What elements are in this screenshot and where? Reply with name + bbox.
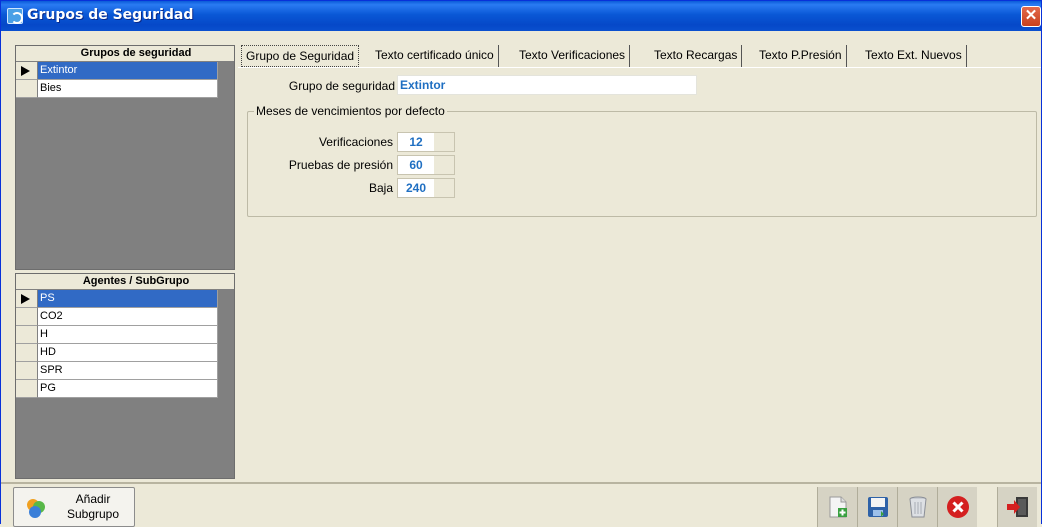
baja-label: Baja: [368, 181, 393, 195]
table-row[interactable]: HD: [38, 344, 218, 362]
verificaciones-value[interactable]: 12: [398, 133, 434, 151]
verificaciones-label: Verificaciones: [318, 135, 393, 149]
groups-grid-header: Grupos de seguridad: [16, 46, 234, 62]
table-row[interactable]: CO2: [38, 308, 218, 326]
row-indicator[interactable]: [16, 290, 38, 308]
window: Grupos de Seguridad ✕ Grupos de segurida…: [0, 0, 1042, 527]
row-indicator[interactable]: [16, 362, 38, 380]
tab-texto-ext-nuevos[interactable]: Texto Ext. Nuevos: [861, 45, 967, 67]
row-indicator[interactable]: [16, 344, 38, 362]
baja-field[interactable]: 240: [397, 178, 455, 198]
delete-button[interactable]: [897, 487, 937, 527]
add-subgroup-label-line2: Subgrupo: [66, 507, 120, 521]
exit-button[interactable]: [997, 487, 1037, 527]
table-row[interactable]: Extintor: [38, 62, 218, 80]
row-indicator[interactable]: [16, 326, 38, 344]
verificaciones-field[interactable]: 12: [397, 132, 455, 152]
table-row[interactable]: H: [38, 326, 218, 344]
groupbox-title: Meses de vencimientos por defecto: [254, 104, 447, 118]
row-indicator[interactable]: [16, 380, 38, 398]
tab-grupo-de-seguridad[interactable]: Grupo de Seguridad: [241, 45, 360, 67]
tab-texto-p-presion[interactable]: Texto P.Presión: [755, 45, 847, 67]
add-subgroup-label-line1: Añadir: [75, 492, 111, 506]
current-row-arrow-icon: [21, 294, 30, 304]
exit-icon: [1007, 497, 1028, 517]
row-indicator[interactable]: [16, 62, 38, 80]
groups-grid[interactable]: Grupos de seguridad Extintor Bies: [15, 45, 235, 270]
agents-grid-header: Agentes / SubGrupo: [16, 274, 234, 290]
current-row-arrow-icon: [21, 66, 30, 76]
pruebas-presion-field[interactable]: 60: [397, 155, 455, 175]
close-window-button[interactable]: ✕: [1021, 6, 1041, 27]
add-subgroup-button[interactable]: Añadir Subgrupo: [13, 487, 135, 527]
table-row[interactable]: SPR: [38, 362, 218, 380]
table-row[interactable]: PG: [38, 380, 218, 398]
save-icon: [868, 497, 888, 517]
row-indicator[interactable]: [16, 308, 38, 326]
baja-value[interactable]: 240: [398, 179, 434, 197]
group-name-field[interactable]: Extintor: [397, 75, 697, 95]
table-row[interactable]: PS: [38, 290, 218, 308]
table-row[interactable]: Bies: [38, 80, 218, 98]
delete-icon: [909, 496, 927, 518]
new-record-icon: [829, 496, 847, 518]
tab-texto-verificaciones[interactable]: Texto Verificaciones: [515, 45, 631, 67]
tab-texto-certificado-unico[interactable]: Texto certificado único: [371, 45, 499, 67]
add-subgroup-label: Añadir Subgrupo: [54, 492, 132, 522]
group-name-label: Grupo de seguridad: [288, 79, 395, 93]
tab-texto-recargas[interactable]: Texto Recargas: [650, 45, 743, 67]
groups-grid-header-label: Grupos de seguridad: [80, 47, 192, 59]
cancel-button[interactable]: [937, 487, 977, 527]
app-icon: [7, 8, 23, 24]
new-record-button[interactable]: [817, 487, 857, 527]
window-title: Grupos de Seguridad: [27, 7, 194, 23]
cancel-icon: [947, 496, 969, 518]
bottom-toolbar: Añadir Subgrupo: [1, 482, 1041, 527]
add-subgroup-icon: [27, 499, 45, 518]
agents-grid-header-label: Agentes / SubGrupo: [82, 275, 190, 287]
pruebas-presion-label: Pruebas de presión: [288, 158, 393, 172]
save-button[interactable]: [857, 487, 897, 527]
row-indicator[interactable]: [16, 80, 38, 98]
pruebas-presion-value[interactable]: 60: [398, 156, 434, 174]
agents-grid[interactable]: Agentes / SubGrupo PS CO2 H HD SPR PG: [15, 273, 235, 479]
title-bar[interactable]: Grupos de Seguridad ✕: [1, 1, 1041, 31]
